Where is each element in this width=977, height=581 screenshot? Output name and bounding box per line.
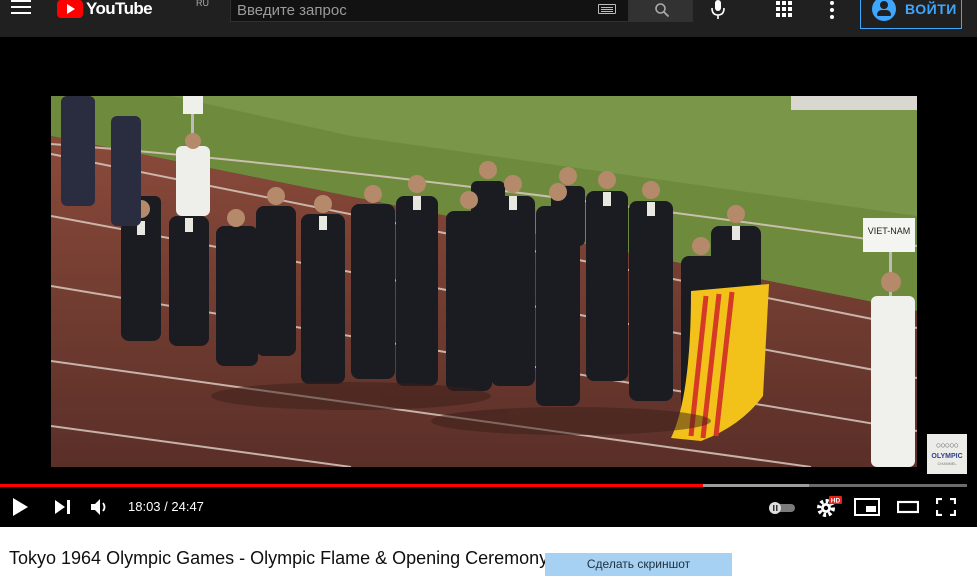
hd-badge: HD [831,498,841,505]
search-input[interactable] [237,0,587,20]
apps-icon[interactable] [776,1,792,17]
watermark-name: OLYMPIC [931,453,963,460]
miniplayer-icon[interactable] [854,498,880,516]
olympic-rings-icon: ○○○○○ [935,440,959,450]
video-scene: VIET-NAM [51,96,917,467]
olympic-channel-watermark[interactable]: ○○○○○ OLYMPIC CHANNEL [927,434,967,474]
progress-bar[interactable] [0,484,967,487]
menu-icon[interactable] [9,0,35,20]
fullscreen-icon[interactable] [936,498,956,516]
search-button[interactable] [629,0,693,22]
masthead: YouTube RU ВОЙТИ [0,0,977,37]
mic-icon[interactable] [708,0,728,20]
time-display: 18:03 / 24:47 [128,499,204,514]
sign-in-label: ВОЙТИ [905,1,957,17]
next-icon[interactable] [54,499,72,515]
volume-icon[interactable] [90,498,110,516]
take-screenshot-button[interactable]: Сделать скриншот [545,553,732,576]
video-frame[interactable]: VIET-NAM [51,96,917,467]
logo-text: YouTube [86,0,153,18]
progress-played [0,484,704,487]
theater-mode-icon[interactable] [897,500,919,514]
logo-region: RU [196,0,209,8]
watermark-sub: CHANNEL [937,461,957,466]
account-icon [872,0,896,21]
settings-icon[interactable]: HD [816,495,842,519]
play-icon[interactable] [10,497,30,517]
autoplay-toggle-icon[interactable] [767,501,797,515]
search-icon [655,3,670,18]
scene-sign-text: VIET-NAM [868,226,911,236]
sign-in-button[interactable]: ВОЙТИ [860,0,962,29]
video-player[interactable]: VIET-NAM ○○○○○ OLYMPIC CHANNEL 18:03 / 2… [0,37,977,527]
search-box [230,0,629,22]
video-title: Tokyo 1964 Olympic Games - Olympic Flame… [9,548,549,568]
more-vert-icon[interactable] [829,1,835,19]
keyboard-icon[interactable] [598,4,616,14]
youtube-play-icon [57,0,83,18]
